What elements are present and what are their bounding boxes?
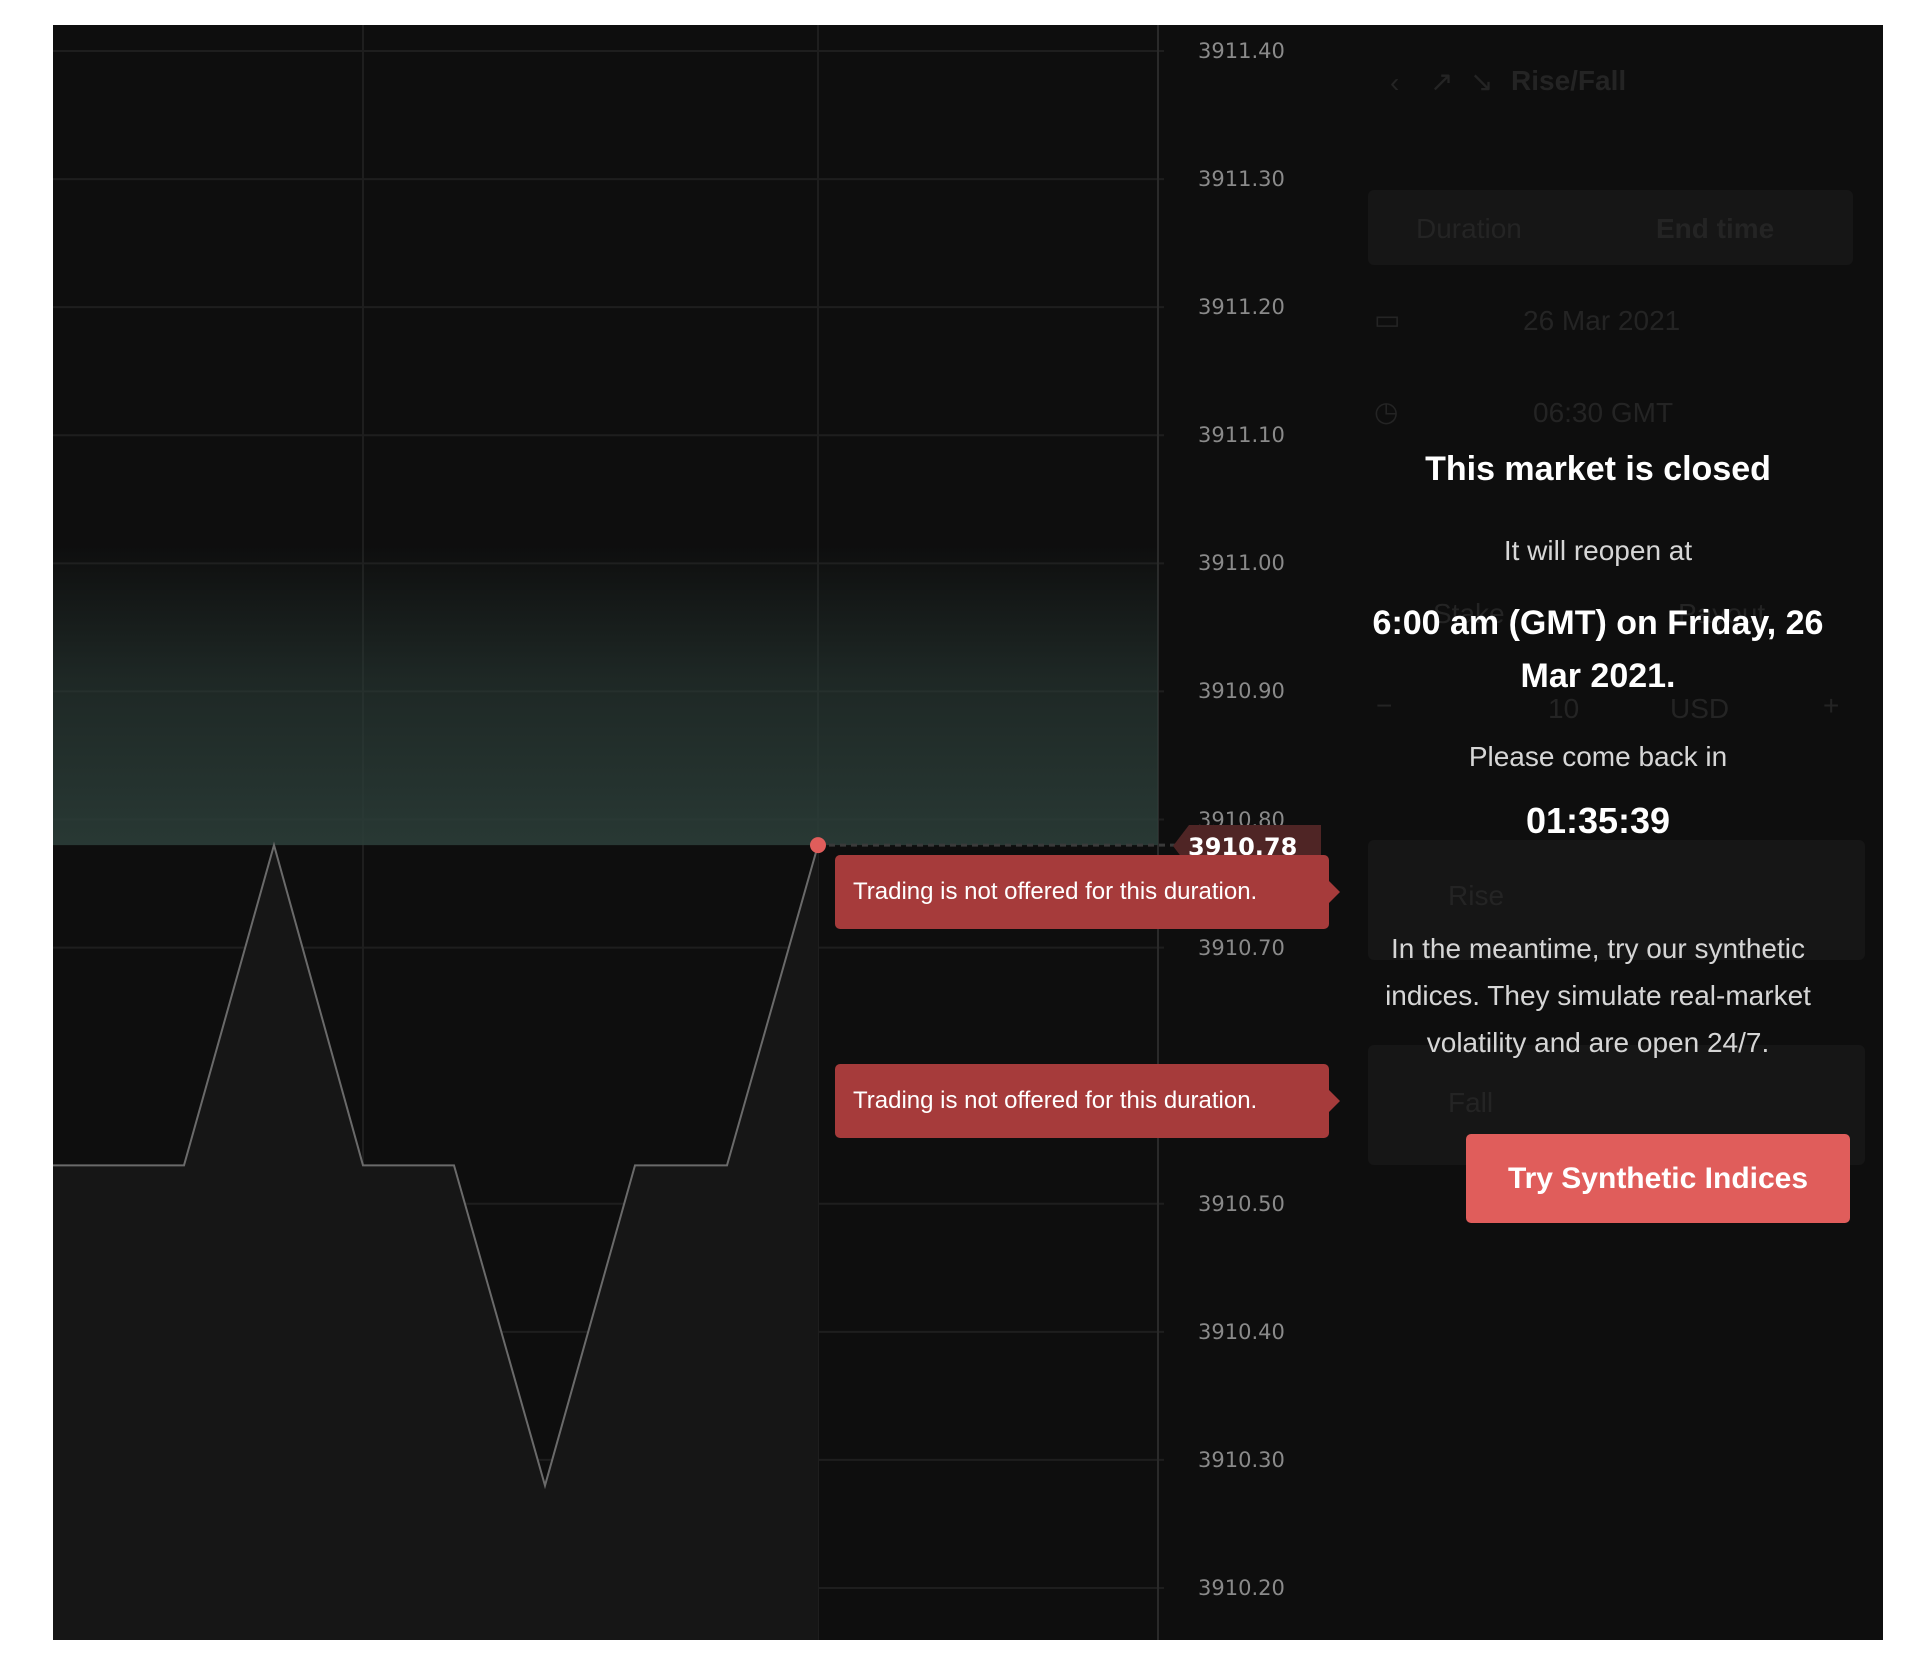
price-point — [726, 1164, 728, 1166]
price-area-fill — [53, 845, 818, 1640]
reopen-label: It will reopen at — [1503, 535, 1693, 566]
market-closed-title: This market is closed — [1425, 450, 1771, 488]
price-point — [273, 844, 275, 846]
market-closed-overlay: This market is closed It will reopen at … — [1348, 25, 1848, 1640]
y-tick-label: 3910.70 — [1198, 935, 1285, 960]
y-tick-label: 3911.20 — [1198, 295, 1285, 320]
tooltip-text: Trading is not offered for this duration… — [853, 878, 1258, 905]
y-tick-label: 3911.00 — [1198, 551, 1285, 576]
reopen-time: 6:00 am (GMT) on Friday, 26 Mar 2021. — [1372, 604, 1824, 695]
price-chart[interactable] — [53, 25, 1213, 1640]
current-spot-marker — [810, 837, 826, 854]
price-point — [453, 1164, 455, 1166]
barrier-zone — [53, 545, 1158, 846]
synthetic-indices-description: In the meantime, try our synthetic indic… — [1385, 933, 1811, 1058]
price-point — [544, 1485, 546, 1487]
countdown-timer: 01:35:39 — [1525, 800, 1671, 841]
y-tick-label: 3910.20 — [1198, 1576, 1285, 1600]
y-tick-label: 3910.30 — [1198, 1447, 1285, 1472]
price-point — [362, 1164, 364, 1166]
y-tick-label: 3911.10 — [1198, 423, 1285, 448]
duration-error-tooltip-rise: Trading is not offered for this duration… — [835, 855, 1340, 929]
duration-error-tooltip-fall: Trading is not offered for this duration… — [835, 1064, 1340, 1138]
y-tick-label: 3910.40 — [1198, 1319, 1285, 1344]
y-tick-label: 3911.30 — [1198, 167, 1285, 192]
y-tick-label: 3910.90 — [1198, 679, 1285, 704]
come-back-label: Please come back in — [1468, 741, 1728, 772]
tooltip-text: Trading is not offered for this duration… — [853, 1087, 1258, 1114]
trading-app: 3911.40 3911.30 3911.20 3911.10 3911.00 3910.… — [53, 25, 1883, 1640]
y-tick-label: 3910.50 — [1198, 1191, 1285, 1216]
try-synthetic-indices-button[interactable]: Try Synthetic Indices — [1466, 1134, 1850, 1223]
y-tick-label: 3911.40 — [1198, 39, 1285, 63]
price-point — [634, 1164, 636, 1166]
price-point — [183, 1164, 185, 1166]
